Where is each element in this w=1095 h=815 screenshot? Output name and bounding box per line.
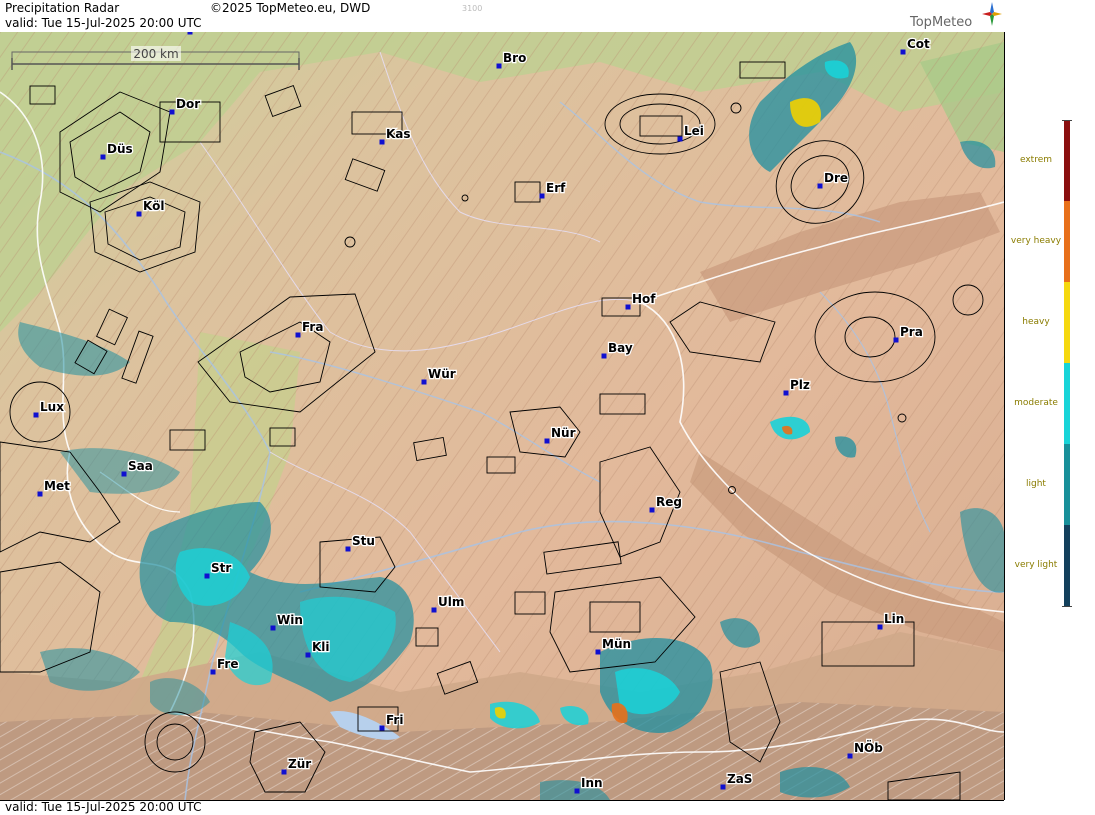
city-marker-icon: [496, 63, 502, 69]
city-marker-icon: [121, 471, 127, 477]
copyright-text: ©2025 TopMeteo.eu, DWD: [210, 1, 371, 15]
legend-label: light: [1026, 478, 1046, 489]
city-label: Düs: [107, 142, 133, 156]
valid-time: valid: Tue 15-Jul-2025 20:00 UTC: [5, 16, 202, 30]
city-marker-icon: [720, 784, 726, 790]
city-label: Dre: [824, 171, 848, 185]
city-marker-icon: [270, 625, 276, 631]
city-label: Dor: [176, 97, 200, 111]
city-label: Mün: [602, 637, 631, 651]
city-label: Lei: [684, 124, 704, 138]
city-label: Lux: [40, 400, 64, 414]
city-label: NÖb: [854, 740, 883, 755]
precipitation-legend: extrem very heavy heavy moderate light very l…: [1005, 0, 1095, 814]
legend-bar-cap: [1062, 120, 1072, 121]
city-label: Fre: [217, 657, 239, 671]
city-marker-icon: [649, 507, 655, 513]
city-label: Kas: [386, 127, 411, 141]
logo-text: TopMeteo: [910, 15, 973, 30]
city-label: Wür: [428, 367, 456, 381]
city-label: Kli: [312, 640, 330, 654]
city-marker-icon: [295, 332, 301, 338]
city-marker-icon: [601, 353, 607, 359]
city-label: Inn: [581, 776, 603, 790]
city-label: ZaS: [727, 772, 752, 786]
legend-label: moderate: [1014, 397, 1058, 408]
city-label: Köl: [143, 199, 164, 213]
city-marker-icon: [893, 337, 899, 343]
city-marker-icon: [595, 649, 601, 655]
city-label: Win: [277, 613, 303, 627]
footer-valid-time: valid: Tue 15-Jul-2025 20:00 UTC: [5, 800, 202, 814]
city-marker-icon: [877, 624, 883, 630]
city-label: Reg: [656, 495, 682, 509]
legend-label: very light: [1014, 559, 1058, 570]
city-marker-icon: [305, 652, 311, 658]
city-label: Bay: [608, 341, 633, 355]
city-marker-icon: [421, 379, 427, 385]
city-label: Ulm: [438, 595, 464, 609]
header-bar: Precipitation Radar ©2025 TopMeteo.eu, D…: [0, 0, 1004, 33]
city-marker-icon: [431, 607, 437, 613]
compass-logo-icon: [982, 2, 1002, 26]
city-marker-icon: [100, 154, 106, 160]
legend-bar-cap: [1062, 606, 1072, 607]
scale-bar-label: 200 km: [133, 47, 178, 61]
city-marker-icon: [677, 136, 683, 142]
city-label: Zür: [288, 757, 311, 771]
map-title: Precipitation Radar: [5, 1, 120, 15]
city-marker-icon: [136, 211, 142, 217]
city-label: Pra: [900, 325, 923, 339]
city-label: Erf: [546, 181, 566, 195]
city-marker-icon: [625, 304, 631, 310]
city-marker-icon: [204, 573, 210, 579]
city-label: Stu: [352, 534, 375, 548]
city-label: Fri: [386, 713, 403, 727]
legend-label: heavy: [1022, 316, 1050, 327]
footer-bar: valid: Tue 15-Jul-2025 20:00 UTC: [0, 800, 1004, 815]
city-marker-icon: [900, 49, 906, 55]
city-marker-icon: [187, 32, 193, 35]
city-marker-icon: [33, 412, 39, 418]
city-marker-icon: [847, 753, 853, 759]
city-label: Nür: [551, 426, 576, 440]
city-label: Bro: [503, 51, 526, 65]
map-code: 3100: [462, 4, 483, 13]
city-marker-icon: [574, 788, 580, 794]
city-marker-icon: [544, 438, 550, 444]
radar-map-canvas: 200 km Mün Bro Cot Dor Kas Lei Düs Erf Dre Köl Hof…: [0, 32, 1004, 800]
city-marker-icon: [37, 491, 43, 497]
city-label: Str: [211, 561, 231, 575]
city-label: Cot: [907, 37, 930, 51]
city-marker-icon: [817, 183, 823, 189]
legend-label: extrem: [1019, 154, 1053, 165]
city-marker-icon: [281, 769, 287, 775]
city-marker-icon: [210, 669, 216, 675]
city-label: Hof: [632, 292, 656, 306]
city-marker-icon: [783, 390, 789, 396]
legend-label: very heavy: [1010, 235, 1062, 246]
city-label: Fra: [302, 320, 323, 334]
city-marker-icon: [379, 139, 385, 145]
city-marker-icon: [379, 725, 385, 731]
city-marker-icon: [539, 193, 545, 199]
city-marker-icon: [345, 546, 351, 552]
city-label: Lin: [884, 612, 904, 626]
radar-map[interactable]: 200 km Mün Bro Cot Dor Kas Lei Düs Erf Dre Köl Hof…: [0, 32, 1005, 800]
city-label: Plz: [790, 378, 810, 392]
city-marker-icon: [169, 109, 175, 115]
city-label: Saa: [128, 459, 153, 473]
city-label: Met: [44, 479, 70, 493]
